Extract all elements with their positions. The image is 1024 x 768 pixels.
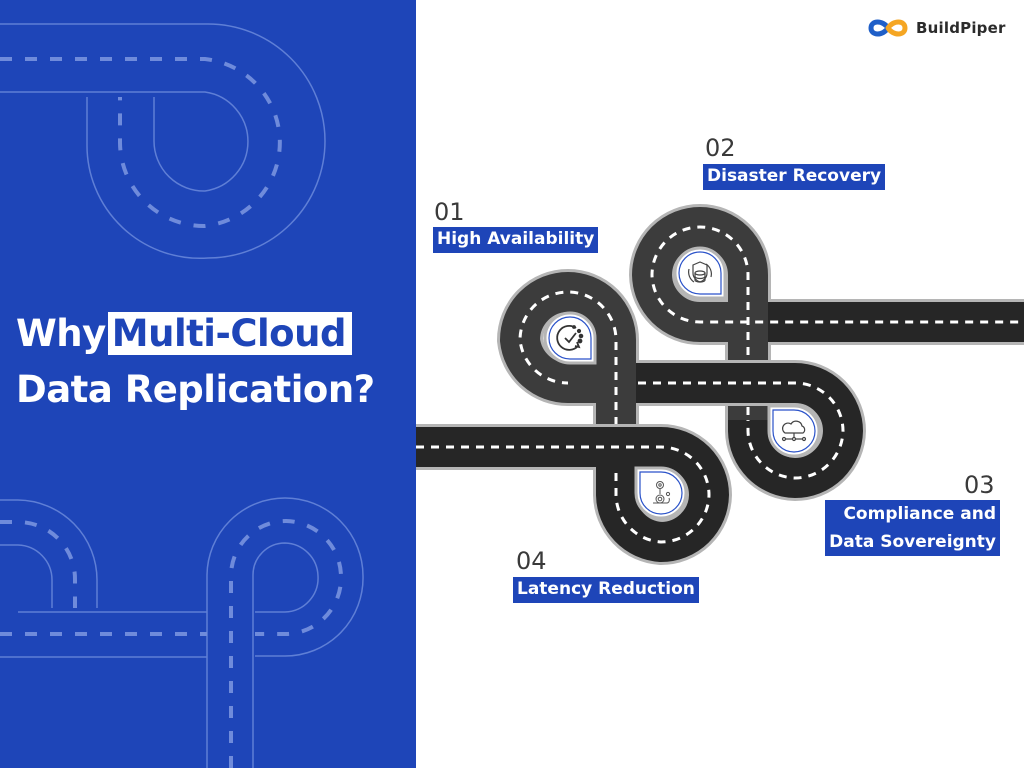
brand-logo[interactable]: BuildPiper (866, 17, 1006, 39)
roadmap-diagram (416, 203, 1024, 566)
pin-02 (673, 246, 727, 300)
step-04-title: Latency Reduction (513, 577, 699, 603)
step-02-number: 02 (705, 134, 736, 162)
step-03-title-line-1: Compliance and (843, 504, 996, 524)
step-03-title-line-2: Data Sovereignty (829, 532, 996, 552)
step-03-title: Compliance and Data Sovereignty (825, 500, 1000, 556)
brand-name: BuildPiper (916, 19, 1006, 37)
infinity-icon (868, 19, 908, 37)
pin-03 (767, 404, 821, 458)
step-01-title: High Availability (433, 227, 599, 253)
step-02-title: Disaster Recovery (703, 164, 886, 190)
step-04-number: 04 (516, 547, 547, 575)
step-03-number: 03 (964, 471, 995, 499)
pin-01 (543, 311, 597, 365)
step-01-number: 01 (434, 198, 465, 226)
pin-04 (634, 466, 688, 520)
